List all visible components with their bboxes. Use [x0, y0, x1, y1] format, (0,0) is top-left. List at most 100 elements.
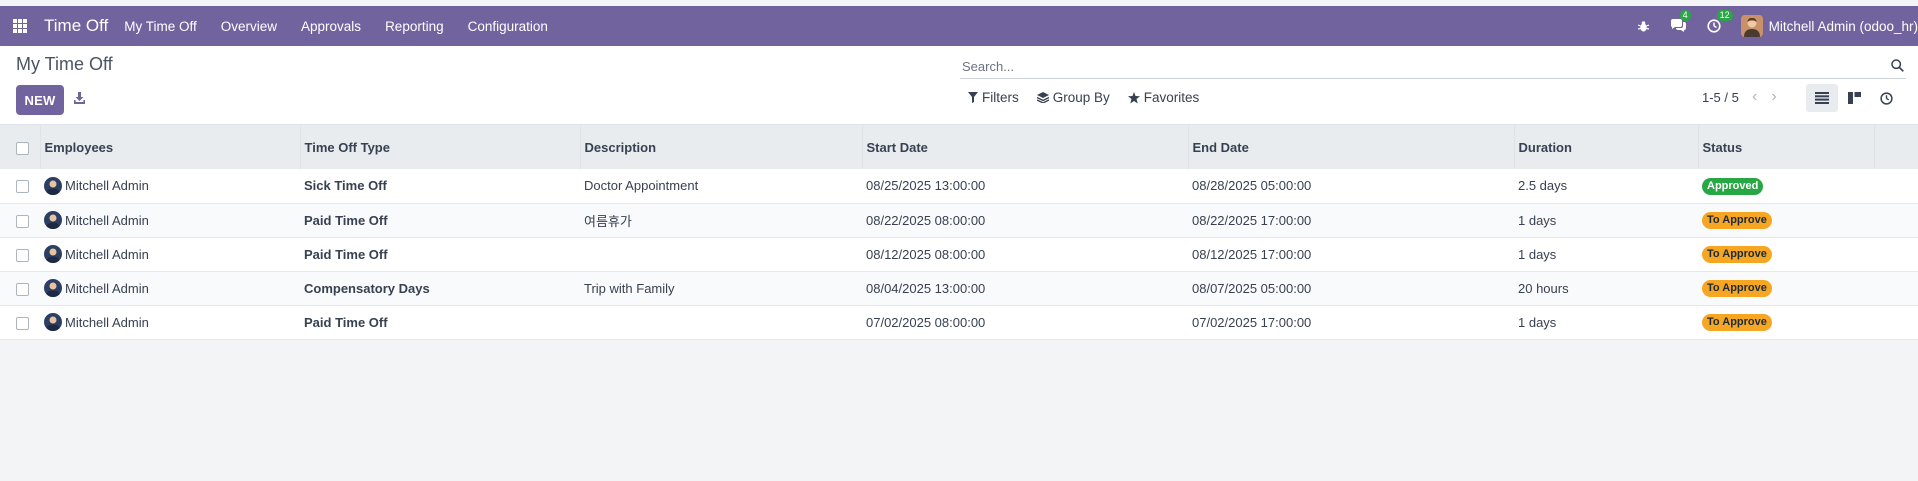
download-icon[interactable] — [74, 92, 85, 107]
status-cell: To Approve — [1698, 237, 1874, 271]
start-date-cell: 08/25/2025 13:00:00 — [866, 178, 986, 194]
start-date-cell: 08/04/2025 13:00:00 — [866, 280, 986, 296]
employee-name: Mitchell Admin — [65, 212, 149, 228]
user-avatar[interactable] — [1740, 15, 1763, 37]
activities-count-badge: 12 — [1716, 10, 1733, 21]
col-status[interactable]: Status — [1698, 125, 1875, 169]
layers-icon — [1036, 92, 1049, 103]
pager-previous-icon[interactable]: ‹ — [1752, 88, 1757, 106]
col-end-date[interactable]: End Date — [1188, 125, 1515, 169]
status-cell: To Approve — [1698, 271, 1874, 305]
end-date-cell: 08/28/2025 05:00:00 — [1192, 178, 1312, 194]
employee-avatar — [44, 279, 62, 297]
row-select-cell — [0, 271, 40, 305]
col-start-date[interactable]: Start Date — [862, 125, 1189, 169]
table-row[interactable]: Mitchell Admin Paid Time Off 07/02/2025 … — [0, 305, 1918, 339]
time-off-type-cell: Compensatory Days — [304, 280, 430, 296]
employee-name: Mitchell Admin — [65, 314, 149, 330]
row-select-cell — [0, 169, 40, 203]
group-by-label: Group By — [1052, 90, 1110, 105]
menu-configuration[interactable]: Configuration — [468, 19, 548, 34]
pager-value[interactable]: 1-5 / 5 — [1702, 90, 1739, 105]
description-cell: Doctor Appointment — [584, 178, 699, 194]
employee-name: Mitchell Admin — [65, 246, 149, 262]
pager-next-icon[interactable]: › — [1771, 88, 1776, 106]
activity-view-icon[interactable] — [1870, 84, 1902, 112]
menu-overview[interactable]: Overview — [221, 19, 277, 34]
table-row[interactable]: Mitchell Admin Sick Time Off Doctor Appo… — [0, 169, 1918, 203]
start-date-cell: 08/22/2025 08:00:00 — [866, 212, 986, 228]
status-badge: To Approve — [1702, 314, 1772, 331]
description-cell — [580, 305, 862, 339]
star-icon — [1127, 91, 1140, 103]
col-duration[interactable]: Duration — [1514, 125, 1699, 169]
status-badge: Approved — [1702, 177, 1764, 195]
user-menu[interactable]: Mitchell Admin (odoo_hr) — [1769, 19, 1918, 34]
duration-cell: 20 hours — [1518, 280, 1569, 296]
time-off-list: Employees Time Off Type Description Star… — [0, 125, 1918, 340]
search-bar — [960, 54, 1906, 79]
time-off-type-cell: Paid Time Off — [304, 314, 388, 330]
row-checkbox[interactable] — [16, 248, 29, 262]
messages-icon[interactable]: 4 — [1670, 10, 1691, 33]
row-select-cell — [0, 237, 40, 271]
pager-arrows: ‹ › — [1752, 88, 1791, 106]
col-employees[interactable]: Employees — [40, 125, 301, 169]
end-date-cell: 08/12/2025 17:00:00 — [1192, 246, 1312, 262]
table-header-row: Employees Time Off Type Description Star… — [0, 125, 1918, 169]
menu-reporting[interactable]: Reporting — [385, 19, 444, 34]
favorites-button[interactable]: Favorites — [1127, 90, 1200, 105]
table-row[interactable]: Mitchell Admin Paid Time Off 08/12/2025 … — [0, 237, 1918, 271]
table-row[interactable]: Mitchell Admin Paid Time Off 여름휴가 08/22/… — [0, 203, 1918, 237]
time-off-type-cell: Paid Time Off — [304, 212, 388, 228]
new-button[interactable]: NEW — [16, 85, 64, 115]
duration-cell: 1 days — [1518, 212, 1557, 228]
employee-avatar — [44, 245, 62, 263]
col-time-off-type[interactable]: Time Off Type — [300, 125, 581, 169]
row-spacer — [1874, 169, 1918, 203]
menu-my-time-off[interactable]: My Time Off — [124, 19, 197, 34]
favorites-label: Favorites — [1143, 90, 1200, 105]
app-title[interactable]: Time Off — [44, 16, 108, 36]
description-cell: 여름휴가 — [584, 213, 632, 229]
table-row[interactable]: Mitchell Admin Compensatory Days Trip wi… — [0, 271, 1918, 305]
row-checkbox[interactable] — [16, 180, 29, 194]
debug-bug-icon[interactable] — [1637, 20, 1650, 33]
control-panel: My Time Off NEW Filters — [0, 46, 1918, 125]
activities-clock-icon[interactable]: 12 — [1707, 10, 1733, 33]
search-icon[interactable] — [1891, 59, 1904, 75]
end-date-cell: 08/22/2025 17:00:00 — [1192, 212, 1312, 228]
filter-icon — [968, 92, 978, 103]
employee-cell: Mitchell Admin — [40, 305, 300, 339]
row-checkbox[interactable] — [16, 316, 29, 330]
status-cell: Approved — [1698, 169, 1874, 203]
navbar-systray: 4 12 Mitchell Admin (odoo_hr) — [1637, 6, 1918, 46]
filters-button[interactable]: Filters — [968, 90, 1019, 105]
search-input[interactable] — [960, 58, 1864, 74]
select-all-cell — [0, 125, 41, 169]
description-cell — [580, 237, 862, 271]
duration-cell: 1 days — [1518, 246, 1557, 262]
group-by-button[interactable]: Group By — [1036, 90, 1110, 105]
view-switcher — [1806, 84, 1902, 112]
row-spacer — [1874, 305, 1918, 339]
start-date-cell: 08/12/2025 08:00:00 — [866, 246, 986, 262]
search-options: Filters Group By Favorites — [968, 90, 1217, 105]
time-off-type-cell: Paid Time Off — [304, 246, 388, 262]
status-cell: To Approve — [1698, 203, 1874, 237]
apps-menu-icon[interactable] — [0, 6, 40, 46]
row-checkbox[interactable] — [16, 214, 29, 228]
empty-list-area — [0, 339, 1918, 480]
filters-label: Filters — [982, 90, 1019, 105]
kanban-view-icon[interactable] — [1838, 84, 1870, 112]
select-all-checkbox[interactable] — [16, 141, 29, 155]
status-cell: To Approve — [1698, 305, 1874, 339]
row-checkbox[interactable] — [16, 282, 29, 296]
menu-approvals[interactable]: Approvals — [301, 19, 361, 34]
list-view-icon[interactable] — [1806, 84, 1838, 112]
end-date-cell: 08/07/2025 05:00:00 — [1192, 280, 1312, 296]
breadcrumb: My Time Off — [16, 54, 113, 74]
employee-cell: Mitchell Admin — [40, 237, 300, 271]
col-description[interactable]: Description — [580, 125, 863, 169]
end-date-cell: 07/02/2025 17:00:00 — [1192, 314, 1312, 330]
